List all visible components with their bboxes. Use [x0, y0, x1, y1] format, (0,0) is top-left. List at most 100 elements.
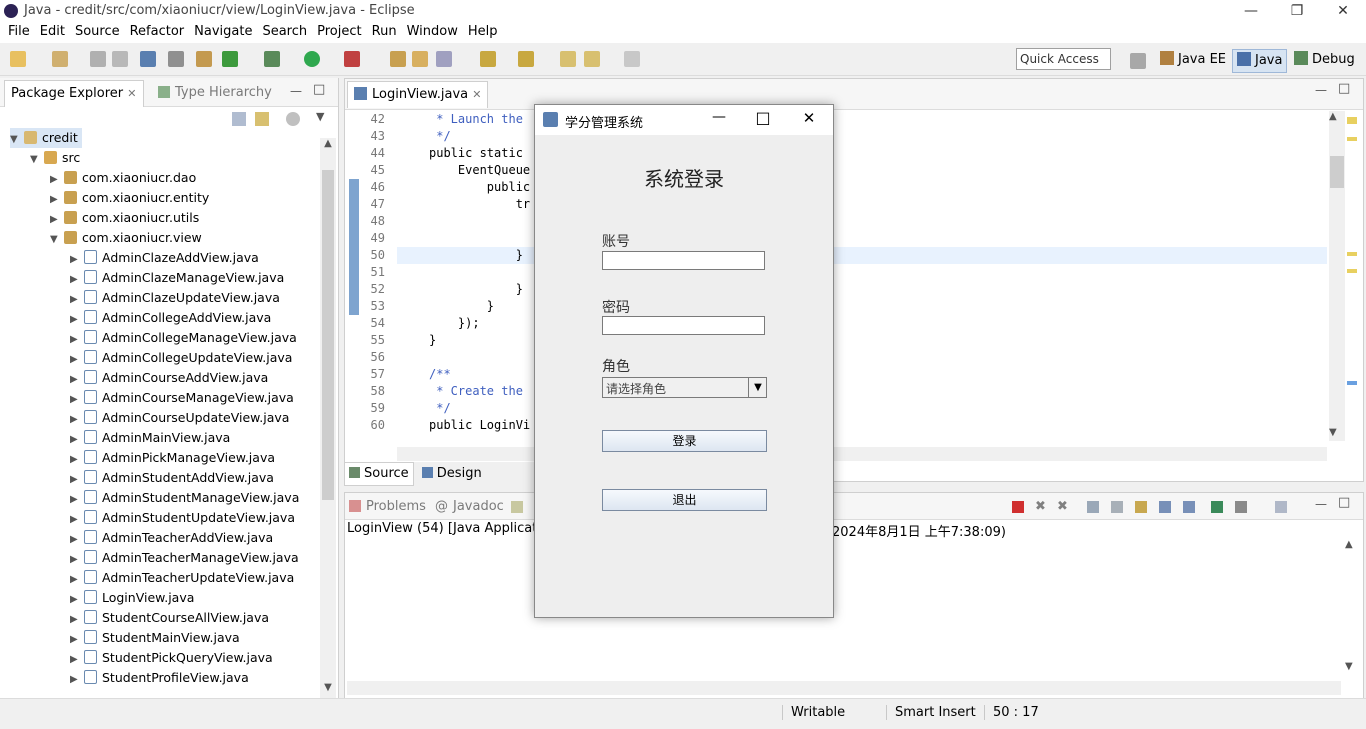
- chevron-down-icon[interactable]: ▼: [320, 682, 336, 698]
- tree-file[interactable]: ▶ AdminStudentManageView.java: [70, 488, 299, 508]
- exit-button[interactable]: 退出: [602, 489, 767, 511]
- last-edit-icon[interactable]: [560, 51, 576, 67]
- chevron-right-icon[interactable]: ▶: [70, 590, 80, 610]
- tree-file[interactable]: ▶ StudentMainView.java: [70, 628, 240, 648]
- tree-file[interactable]: ▶ AdminCourseUpdateView.java: [70, 408, 289, 428]
- overview-marker[interactable]: [1347, 381, 1357, 385]
- scrollbar-thumb[interactable]: [322, 170, 334, 500]
- collapse-all-icon[interactable]: [232, 112, 246, 126]
- scrollbar-thumb[interactable]: [1330, 156, 1344, 188]
- external-tools-icon[interactable]: [344, 51, 360, 67]
- chevron-down-icon[interactable]: ▼: [30, 150, 40, 170]
- chevron-down-icon[interactable]: ▼: [748, 378, 767, 397]
- quick-access-input[interactable]: Quick Access: [1016, 48, 1111, 70]
- menu-window[interactable]: Window: [402, 22, 463, 41]
- tree-file[interactable]: ▶ AdminStudentAddView.java: [70, 468, 274, 488]
- link-with-editor-icon[interactable]: [255, 112, 269, 126]
- overview-marker[interactable]: [1347, 117, 1357, 124]
- chevron-right-icon[interactable]: ▶: [70, 290, 80, 310]
- tree-file[interactable]: ▶ AdminStudentUpdateView.java: [70, 508, 295, 528]
- skip-breakpoints-icon[interactable]: [168, 51, 184, 67]
- new-icon[interactable]: [10, 51, 26, 67]
- tab-design[interactable]: Design: [418, 463, 486, 485]
- editor-vscroll[interactable]: ▲ ▼: [1329, 111, 1345, 441]
- previous-annotation-icon[interactable]: [518, 51, 534, 67]
- open-icon[interactable]: [52, 51, 68, 67]
- tree-file[interactable]: ▶ LoginView.java: [70, 588, 194, 608]
- close-button[interactable]: ✕: [795, 109, 823, 127]
- chevron-right-icon[interactable]: ▶: [70, 530, 80, 550]
- overview-marker[interactable]: [1347, 137, 1357, 141]
- tree-file[interactable]: ▶ AdminCourseAddView.java: [70, 368, 268, 388]
- tab-problems[interactable]: Problems: [349, 499, 426, 514]
- tree-file[interactable]: ▶ StudentProfileView.java: [70, 668, 249, 688]
- tree-file[interactable]: ▶ AdminPickManageView.java: [70, 448, 275, 468]
- chevron-right-icon[interactable]: ▶: [70, 370, 80, 390]
- maximize-view-icon[interactable]: □: [1338, 81, 1350, 96]
- filters-icon[interactable]: [286, 112, 300, 126]
- terminate-icon[interactable]: [1012, 501, 1024, 513]
- chevron-right-icon[interactable]: ▶: [50, 210, 60, 230]
- menu-file[interactable]: File: [3, 22, 35, 41]
- account-input[interactable]: [602, 251, 765, 270]
- tree-file[interactable]: ▶ AdminCollegeUpdateView.java: [70, 348, 292, 368]
- login-button[interactable]: 登录: [602, 430, 767, 452]
- password-input[interactable]: [602, 316, 765, 335]
- save-icon[interactable]: [90, 51, 106, 67]
- chevron-right-icon[interactable]: ▶: [70, 250, 80, 270]
- tree-package[interactable]: ▶ com.xiaoniucr.dao: [50, 168, 196, 188]
- tree-package[interactable]: ▶ com.xiaoniucr.utils: [50, 208, 199, 228]
- console-hscroll[interactable]: [347, 681, 1341, 695]
- menu-project[interactable]: Project: [312, 22, 366, 41]
- chevron-down-icon[interactable]: ▼: [50, 230, 60, 250]
- tree-file[interactable]: ▶ AdminCourseManageView.java: [70, 388, 294, 408]
- overview-marker[interactable]: [1347, 269, 1357, 273]
- minimize-view-icon[interactable]: —: [290, 84, 302, 98]
- scroll-lock-icon[interactable]: [1111, 501, 1123, 513]
- debug-icon[interactable]: [264, 51, 280, 67]
- tree-file[interactable]: ▶ AdminCollegeManageView.java: [70, 328, 297, 348]
- menu-help[interactable]: Help: [463, 22, 503, 41]
- save-all-icon[interactable]: [112, 51, 128, 67]
- tree-package[interactable]: ▼ com.xiaoniucr.view: [50, 228, 202, 248]
- tab-loginview-java[interactable]: LoginView.java ✕: [347, 81, 489, 108]
- refresh-icon[interactable]: [222, 51, 238, 67]
- search-icon[interactable]: [436, 51, 452, 67]
- tree-file[interactable]: ▶ AdminMainView.java: [70, 428, 230, 448]
- remove-all-icon[interactable]: ✖: [1057, 499, 1068, 514]
- word-wrap-icon[interactable]: [1135, 501, 1147, 513]
- menu-source[interactable]: Source: [70, 22, 125, 41]
- new-package-icon[interactable]: [390, 51, 406, 67]
- menu-refactor[interactable]: Refactor: [125, 22, 190, 41]
- chevron-up-icon[interactable]: ▲: [320, 138, 336, 154]
- tree-project[interactable]: ▼ credit: [10, 128, 82, 148]
- tab-type-hierarchy[interactable]: Type Hierarchy: [158, 80, 272, 106]
- chevron-right-icon[interactable]: ▶: [70, 350, 80, 370]
- back-icon[interactable]: [584, 51, 600, 67]
- tree-file[interactable]: ▶ StudentPickQueryView.java: [70, 648, 273, 668]
- view-menu-icon[interactable]: ▼: [316, 110, 324, 123]
- tab-javadoc[interactable]: @ Javadoc: [435, 499, 504, 514]
- tree-scrollbar[interactable]: ▲ ▼: [320, 138, 336, 698]
- chevron-right-icon[interactable]: ▶: [70, 650, 80, 670]
- tree-file[interactable]: ▶ AdminTeacherManageView.java: [70, 548, 299, 568]
- chevron-right-icon[interactable]: ▶: [70, 330, 80, 350]
- tree-file[interactable]: ▶ AdminClazeAddView.java: [70, 248, 259, 268]
- chevron-right-icon[interactable]: ▶: [70, 670, 80, 690]
- maximize-view-icon[interactable]: □: [1338, 495, 1350, 510]
- show-error-icon[interactable]: [1183, 501, 1195, 513]
- show-console-icon[interactable]: [1159, 501, 1171, 513]
- chevron-right-icon[interactable]: ▶: [70, 450, 80, 470]
- chevron-right-icon[interactable]: ▶: [70, 270, 80, 290]
- chevron-down-icon[interactable]: ▼: [1345, 661, 1353, 672]
- chevron-up-icon[interactable]: ▲: [1329, 111, 1337, 122]
- tab-package-explorer[interactable]: Package Explorer ✕: [4, 80, 144, 107]
- next-annotation-icon[interactable]: [480, 51, 496, 67]
- chevron-right-icon[interactable]: ▶: [70, 410, 80, 430]
- tree-file[interactable]: ▶ AdminCollegeAddView.java: [70, 308, 271, 328]
- tree-file[interactable]: ▶ AdminClazeUpdateView.java: [70, 288, 280, 308]
- tree-file[interactable]: ▶ AdminTeacherAddView.java: [70, 528, 273, 548]
- chevron-down-icon[interactable]: ▼: [10, 130, 20, 150]
- chevron-right-icon[interactable]: ▶: [70, 610, 80, 630]
- minimize-button[interactable]: —: [1228, 0, 1274, 22]
